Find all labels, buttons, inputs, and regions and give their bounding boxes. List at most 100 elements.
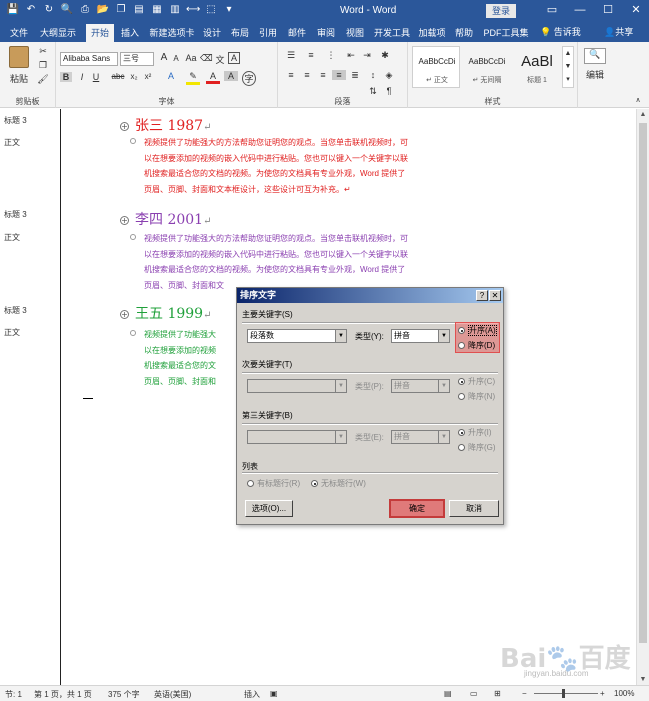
change-case-button[interactable]: Aa <box>184 53 198 63</box>
multilevel-list-icon[interactable]: ⋮ <box>324 50 338 61</box>
expand-collapse-icon[interactable]: + <box>120 309 129 319</box>
tab-layout[interactable]: 布局 <box>228 24 252 42</box>
clear-format-icon[interactable]: ⌫ <box>200 53 213 64</box>
tab-developer[interactable]: 开发工具 <box>372 24 412 42</box>
tab-addins[interactable]: 加载项 <box>416 24 448 42</box>
customize-qat-icon[interactable]: ▾ <box>222 3 236 17</box>
style-normal[interactable]: AaBbCcDi ↵ 正文 <box>412 46 460 88</box>
maximize-icon[interactable]: ☐ <box>601 2 615 18</box>
expand-collapse-icon[interactable]: + <box>120 215 129 225</box>
tab-pdf[interactable]: PDF工具集 <box>482 24 530 42</box>
login-button[interactable]: 登录 <box>486 4 516 18</box>
tab-file[interactable]: 文件 <box>6 24 32 42</box>
page-status[interactable]: 第 1 页，共 1 页 <box>34 689 92 700</box>
show-marks-icon[interactable]: ¶ <box>382 86 396 96</box>
web-layout-icon[interactable]: ⊞ <box>494 689 501 698</box>
chevron-down-icon[interactable]: ▼ <box>438 431 449 443</box>
line-spacing-icon[interactable]: ↕ <box>366 70 380 80</box>
tab-outline[interactable]: 大纲显示 <box>36 24 80 42</box>
heading-zhangsan[interactable]: + 张三 1987↵ <box>120 115 211 135</box>
tab-mailings[interactable]: 邮件 <box>285 24 309 42</box>
ascending-radio[interactable]: 升序(A) <box>458 325 497 336</box>
open-icon[interactable]: 📂 <box>96 3 110 17</box>
tab-help[interactable]: 帮助 <box>452 24 476 42</box>
char-border-button[interactable]: A <box>228 52 240 64</box>
scroll-thumb[interactable] <box>639 123 647 643</box>
ok-button[interactable]: 确定 <box>389 499 445 518</box>
chevron-down-icon[interactable]: ▼ <box>438 380 449 392</box>
new-doc-icon[interactable]: ▤ <box>132 3 146 17</box>
save-icon[interactable]: 💾 <box>6 3 20 17</box>
strikethrough-button[interactable]: abc <box>110 72 126 81</box>
minimize-icon[interactable]: — <box>573 2 587 18</box>
chevron-down-icon[interactable]: ▼ <box>335 431 346 443</box>
zoom-slider-thumb[interactable] <box>562 689 565 698</box>
undo-icon[interactable]: ↶ <box>24 3 38 17</box>
numbering-icon[interactable]: ≡ <box>304 50 318 60</box>
tab-new[interactable]: 新建选项卡 <box>146 24 198 42</box>
redo-icon[interactable]: ↻ <box>42 3 56 17</box>
font-size-combo[interactable]: 三号 <box>120 52 154 66</box>
cancel-button[interactable]: 取消 <box>449 500 499 517</box>
tab-view[interactable]: 视图 <box>343 24 367 42</box>
grow-font-icon[interactable]: A <box>158 52 170 63</box>
phonetic-guide-button[interactable]: 文 <box>214 53 226 66</box>
tab-references[interactable]: 引用 <box>256 24 280 42</box>
print-icon[interactable]: ⎙ <box>78 3 92 17</box>
subscript-button[interactable]: x₂ <box>128 72 140 81</box>
tell-me-search[interactable]: 💡 告诉我 <box>540 25 581 38</box>
cut-icon[interactable]: ✂ <box>36 46 50 57</box>
zoom-in-icon[interactable]: + <box>600 689 605 698</box>
font-name-combo[interactable]: Alibaba Sans <box>60 52 118 66</box>
shading-icon[interactable]: ◈ <box>382 70 396 81</box>
body-paragraph[interactable]: 视频提供了功能强大的方法帮助您证明您的观点。当您单击联机视频时，可 以在想要添加… <box>130 231 462 293</box>
primary-key-select[interactable]: 段落数 ▼ <box>247 329 347 343</box>
vertical-scrollbar[interactable]: ▲ ▼ <box>636 109 649 685</box>
enclose-char-icon[interactable]: 字 <box>242 71 256 86</box>
copy-icon[interactable]: ❐ <box>36 60 50 71</box>
paste-button[interactable]: 粘贴 <box>6 46 32 88</box>
has-header-radio[interactable]: 有标题行(R) <box>247 478 300 489</box>
type2-select[interactable]: 拼音 ▼ <box>391 379 450 393</box>
font-color-icon[interactable]: A <box>206 71 220 84</box>
zoom-out-icon[interactable]: − <box>522 689 527 698</box>
print-preview-icon[interactable]: 🔍 <box>60 3 74 17</box>
tab-home[interactable]: 开始 <box>86 24 114 42</box>
bold-button[interactable]: B <box>60 72 72 82</box>
type-select[interactable]: 拼音 ▼ <box>391 329 450 343</box>
decrease-indent-icon[interactable]: ⇤ <box>344 50 358 61</box>
body-paragraph[interactable]: 视频提供了功能强大的方法帮助您证明您的观点。当您单击联机视频时，可 以在想要添加… <box>130 135 462 197</box>
scroll-up-icon[interactable]: ▲ <box>637 111 649 118</box>
macro-record-icon[interactable]: ▣ <box>270 689 278 698</box>
shrink-font-icon[interactable]: A <box>170 54 182 63</box>
third-key-select[interactable]: ▼ <box>247 430 347 444</box>
format-painter-icon[interactable]: 🖌 <box>36 74 50 85</box>
chevron-down-icon[interactable]: ▼ <box>335 330 346 342</box>
secondary-key-select[interactable]: ▼ <box>247 379 347 393</box>
type3-select[interactable]: 拼音 ▼ <box>391 430 450 444</box>
styles-scroll-icon[interactable]: ▲ ▼ ▾ <box>562 46 574 88</box>
ascending3-radio[interactable]: 升序(I) <box>458 427 492 438</box>
word-count[interactable]: 375 个字 <box>108 689 140 700</box>
ascending2-radio[interactable]: 升序(C) <box>458 376 495 387</box>
tab-insert[interactable]: 插入 <box>117 24 143 42</box>
descending3-radio[interactable]: 降序(G) <box>458 442 496 453</box>
heading-wangwu[interactable]: + 王五 1999↵ <box>120 303 211 323</box>
descending-radio[interactable]: 降序(D) <box>458 340 495 351</box>
justify-icon[interactable]: ≡ <box>332 70 346 80</box>
dialog-help-button[interactable]: ? <box>476 290 488 301</box>
tab-review[interactable]: 审阅 <box>314 24 338 42</box>
bullets-icon[interactable]: ☰ <box>284 50 298 61</box>
align-center-icon[interactable]: ≡ <box>300 70 314 80</box>
style-heading1[interactable]: AaBl 标题 1 <box>512 46 560 88</box>
read-mode-icon[interactable]: ▤ <box>444 689 452 698</box>
options-button[interactable]: 选项(O)... <box>245 500 293 517</box>
highlight-color-icon[interactable]: ✎ <box>186 71 200 85</box>
increase-indent-icon[interactable]: ⇥ <box>360 50 374 61</box>
no-header-radio[interactable]: 无标题行(W) <box>311 478 366 489</box>
chevron-down-icon[interactable]: ▼ <box>335 380 346 392</box>
spacing-icon[interactable]: ⟷ <box>186 3 200 17</box>
chinese-layout-icon[interactable]: ✱ <box>378 50 392 61</box>
section-status[interactable]: 节: 1 <box>5 689 22 700</box>
tab-design[interactable]: 设计 <box>200 24 224 42</box>
